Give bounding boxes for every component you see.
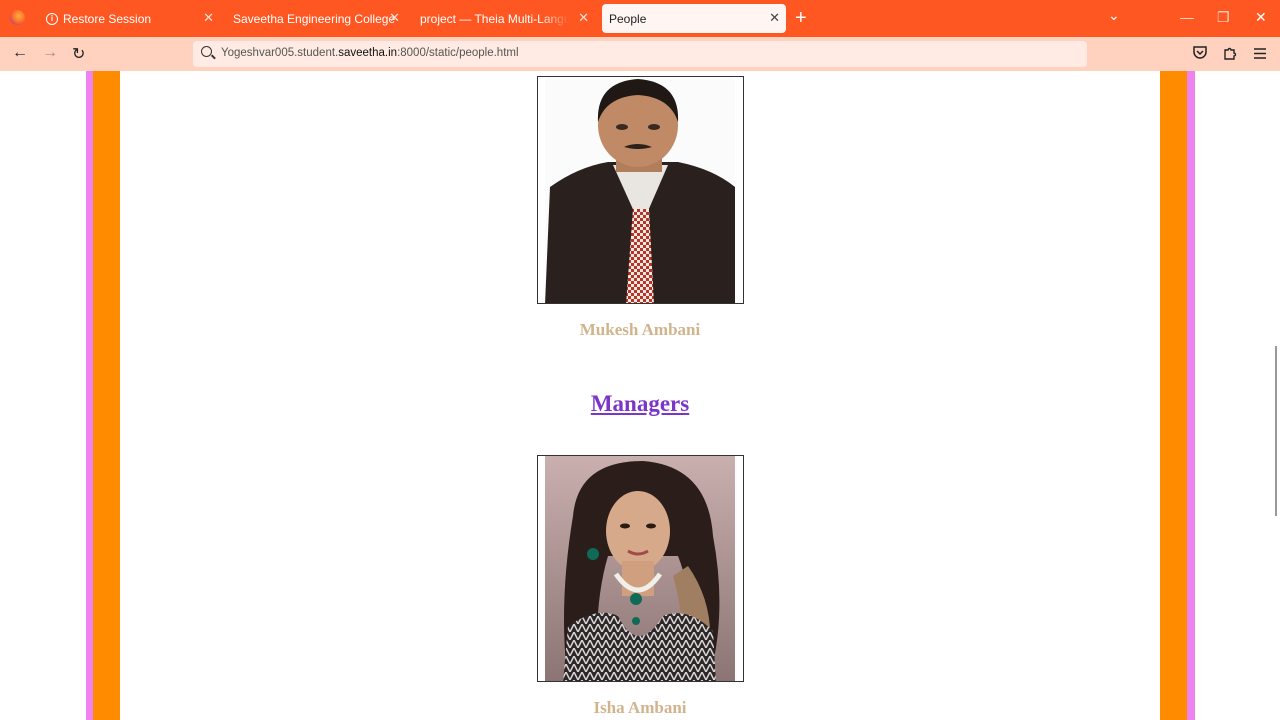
info-icon: i bbox=[46, 12, 58, 25]
close-icon[interactable]: ✕ bbox=[203, 10, 214, 26]
minimize-icon[interactable]: — bbox=[1180, 9, 1194, 25]
tab-label: Saveetha Engineering College bbox=[233, 11, 396, 26]
reload-icon[interactable]: ↻ bbox=[72, 44, 85, 64]
url-prefix: Yogeshvar005.student. bbox=[221, 47, 339, 59]
tab-project-theia[interactable]: project — Theia Multi-Language Ex ✕ bbox=[413, 4, 595, 33]
tab-people[interactable]: People ✕ bbox=[602, 4, 786, 33]
extensions-puzzle-icon[interactable] bbox=[1223, 46, 1237, 63]
url-suffix: :8000/static/people.html bbox=[397, 47, 519, 59]
close-icon[interactable]: ✕ bbox=[578, 10, 589, 26]
search-icon bbox=[201, 46, 212, 57]
close-window-icon[interactable]: ✕ bbox=[1255, 9, 1267, 26]
section-heading-link[interactable]: Managers bbox=[0, 391, 1280, 417]
url-text[interactable]: Yogeshvar005.student.saveetha.in:8000/st… bbox=[221, 47, 519, 59]
mukesh-ambani-photo bbox=[537, 76, 744, 304]
tab-label: People bbox=[609, 11, 647, 26]
new-tab-plus-icon[interactable]: + bbox=[795, 8, 807, 28]
close-icon[interactable]: ✕ bbox=[769, 10, 780, 26]
menu-hamburger-icon[interactable] bbox=[1254, 46, 1266, 62]
tab-label: project — Theia Multi-Language Ex bbox=[420, 11, 570, 26]
address-bar[interactable]: Yogeshvar005.student.saveetha.in:8000/st… bbox=[193, 41, 1087, 67]
tab-saveetha-engineering-college[interactable]: Saveetha Engineering College ✕ bbox=[226, 4, 406, 33]
page-content: Mukesh Ambani Managers Isha Ambani bbox=[0, 71, 1280, 720]
person-name: Isha Ambani bbox=[593, 698, 687, 717]
person-name: Mukesh Ambani bbox=[579, 320, 701, 339]
pocket-icon[interactable] bbox=[1193, 46, 1207, 62]
back-arrow-icon[interactable]: ← bbox=[12, 44, 28, 62]
navigation-bar: ← → ↻ Yogeshvar005.student.saveetha.in:8… bbox=[0, 37, 1280, 71]
isha-ambani-photo bbox=[537, 455, 744, 682]
close-icon[interactable]: ✕ bbox=[389, 10, 400, 26]
tab-list-chevron-down-icon[interactable]: ⌄ bbox=[1108, 7, 1120, 24]
tab-restore-session[interactable]: i Restore Session ✕ bbox=[40, 4, 220, 33]
firefox-logo-icon[interactable] bbox=[10, 10, 25, 25]
tab-strip: i Restore Session ✕ Saveetha Engineering… bbox=[0, 0, 1280, 37]
vertical-scrollbar[interactable] bbox=[1275, 346, 1277, 516]
restore-window-icon[interactable]: ❐ bbox=[1217, 9, 1230, 26]
tab-label: Restore Session bbox=[63, 11, 152, 26]
url-domain: saveetha.in bbox=[338, 47, 398, 59]
forward-arrow-icon[interactable]: → bbox=[42, 44, 58, 62]
